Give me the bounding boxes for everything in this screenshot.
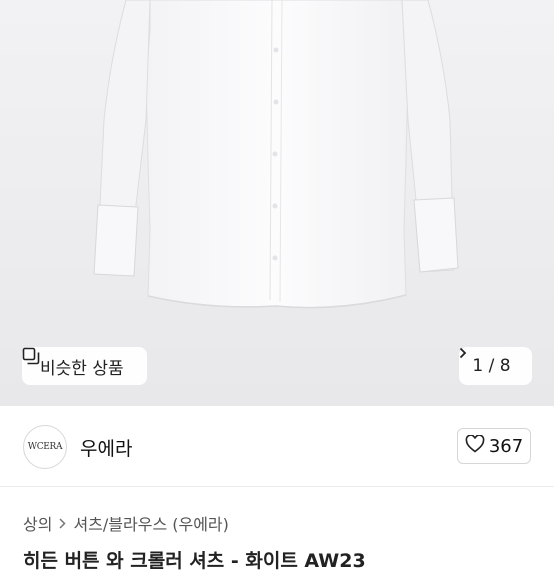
breadcrumb-item-category[interactable]: 상의 [23,511,52,535]
pager-separator: / [483,356,500,376]
like-count: 367 [488,435,524,457]
similar-products-button[interactable]: 비슷한 상품 [22,347,147,385]
seller-name[interactable]: 우에라 [80,434,132,461]
seller-avatar[interactable]: WCERA [23,425,67,469]
similar-products-label: 비슷한 상품 [40,358,124,379]
like-button[interactable]: 367 [457,428,531,464]
product-image-gallery[interactable]: 비슷한 상품 1 / 8 [0,0,554,406]
heart-icon [465,434,485,457]
product-photo-shirt [93,0,459,309]
seller-avatar-logo-text: WCERA [27,442,63,452]
breadcrumb-item-subcategory[interactable]: 셔츠/블라우스 (우에라) [73,511,228,535]
pager-total: 8 [499,356,511,376]
breadcrumb: 상의 셔츠/블라우스 (우에라) [23,511,229,535]
image-pager[interactable]: 1 / 8 [459,347,532,385]
chevron-right-icon [59,514,67,533]
product-title: 히든 버튼 와 크롤러 셔츠 - 화이트 AW23 [23,550,366,572]
pager-current: 1 [472,356,484,376]
seller-section: WCERA 우에라 367 [0,406,554,487]
